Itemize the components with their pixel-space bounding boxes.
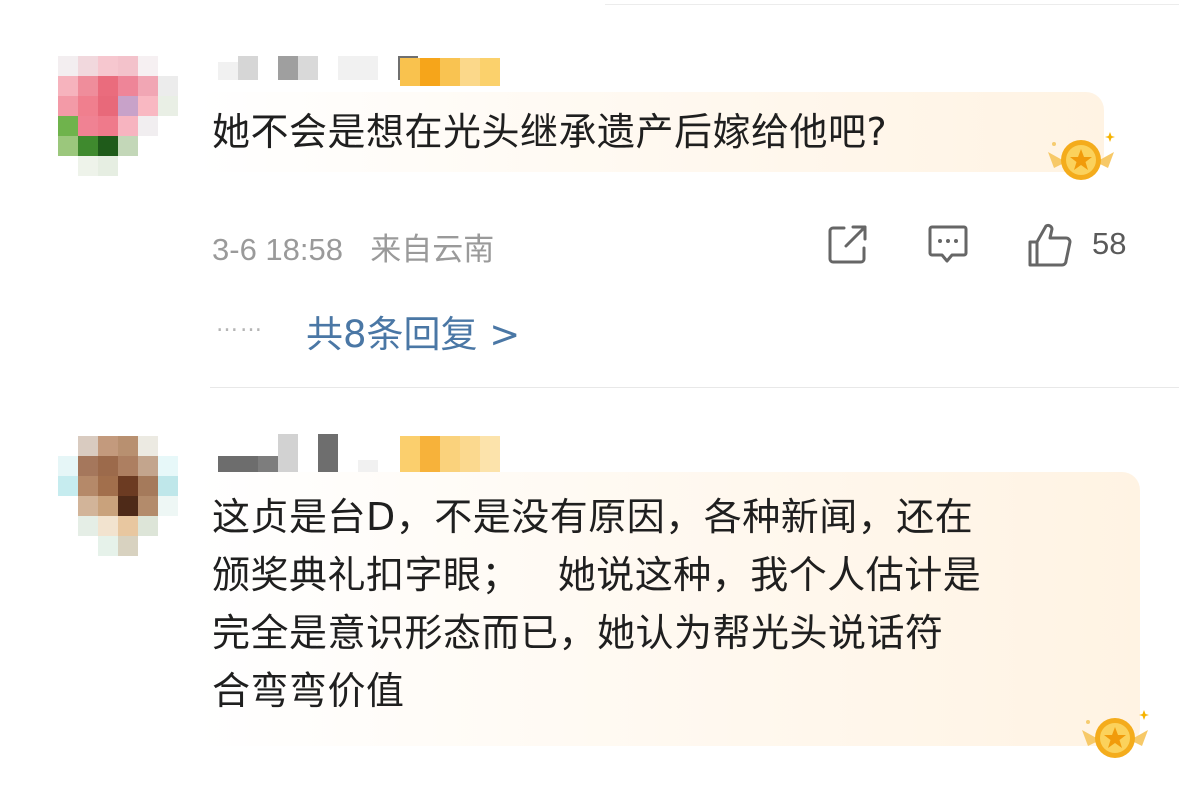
like-count: 58 (1092, 226, 1127, 261)
avatar[interactable] (58, 436, 178, 556)
username[interactable] (218, 434, 378, 476)
comment-icon[interactable] (926, 222, 970, 266)
comment-line: 颁奖典礼扣字眼； 她说这种，我个人估计是 (212, 553, 982, 597)
reply-dots: …… (216, 312, 264, 337)
comment-line: 完全是意识形态而已，她认为帮光头说话符 (212, 611, 944, 655)
gold-crown-badge-icon (1048, 132, 1115, 180)
comment-line: 合弯弯价值 (212, 669, 405, 713)
vip-badge (400, 58, 500, 86)
comment-line: 这贞是台D，不是没有原因，各种新闻，还在 (212, 495, 974, 539)
top-divider (605, 4, 1179, 5)
comment-divider (210, 387, 1179, 388)
action-bar (0, 222, 1179, 272)
gold-crown-badge-icon (1082, 710, 1149, 758)
comment-text[interactable]: 这贞是台D，不是没有原因，各种新闻，还在 颁奖典礼扣字眼； 她说这种，我个人估计… (212, 488, 981, 720)
view-replies-link[interactable]: 共8条回复 > (306, 304, 520, 358)
vip-badge (400, 436, 500, 476)
avatar[interactable] (58, 56, 178, 176)
thumbs-up-icon[interactable] (1026, 222, 1074, 268)
comment-text[interactable]: 她不会是想在光头继承遗产后嫁给他吧? (212, 103, 887, 161)
share-icon[interactable] (826, 222, 870, 266)
